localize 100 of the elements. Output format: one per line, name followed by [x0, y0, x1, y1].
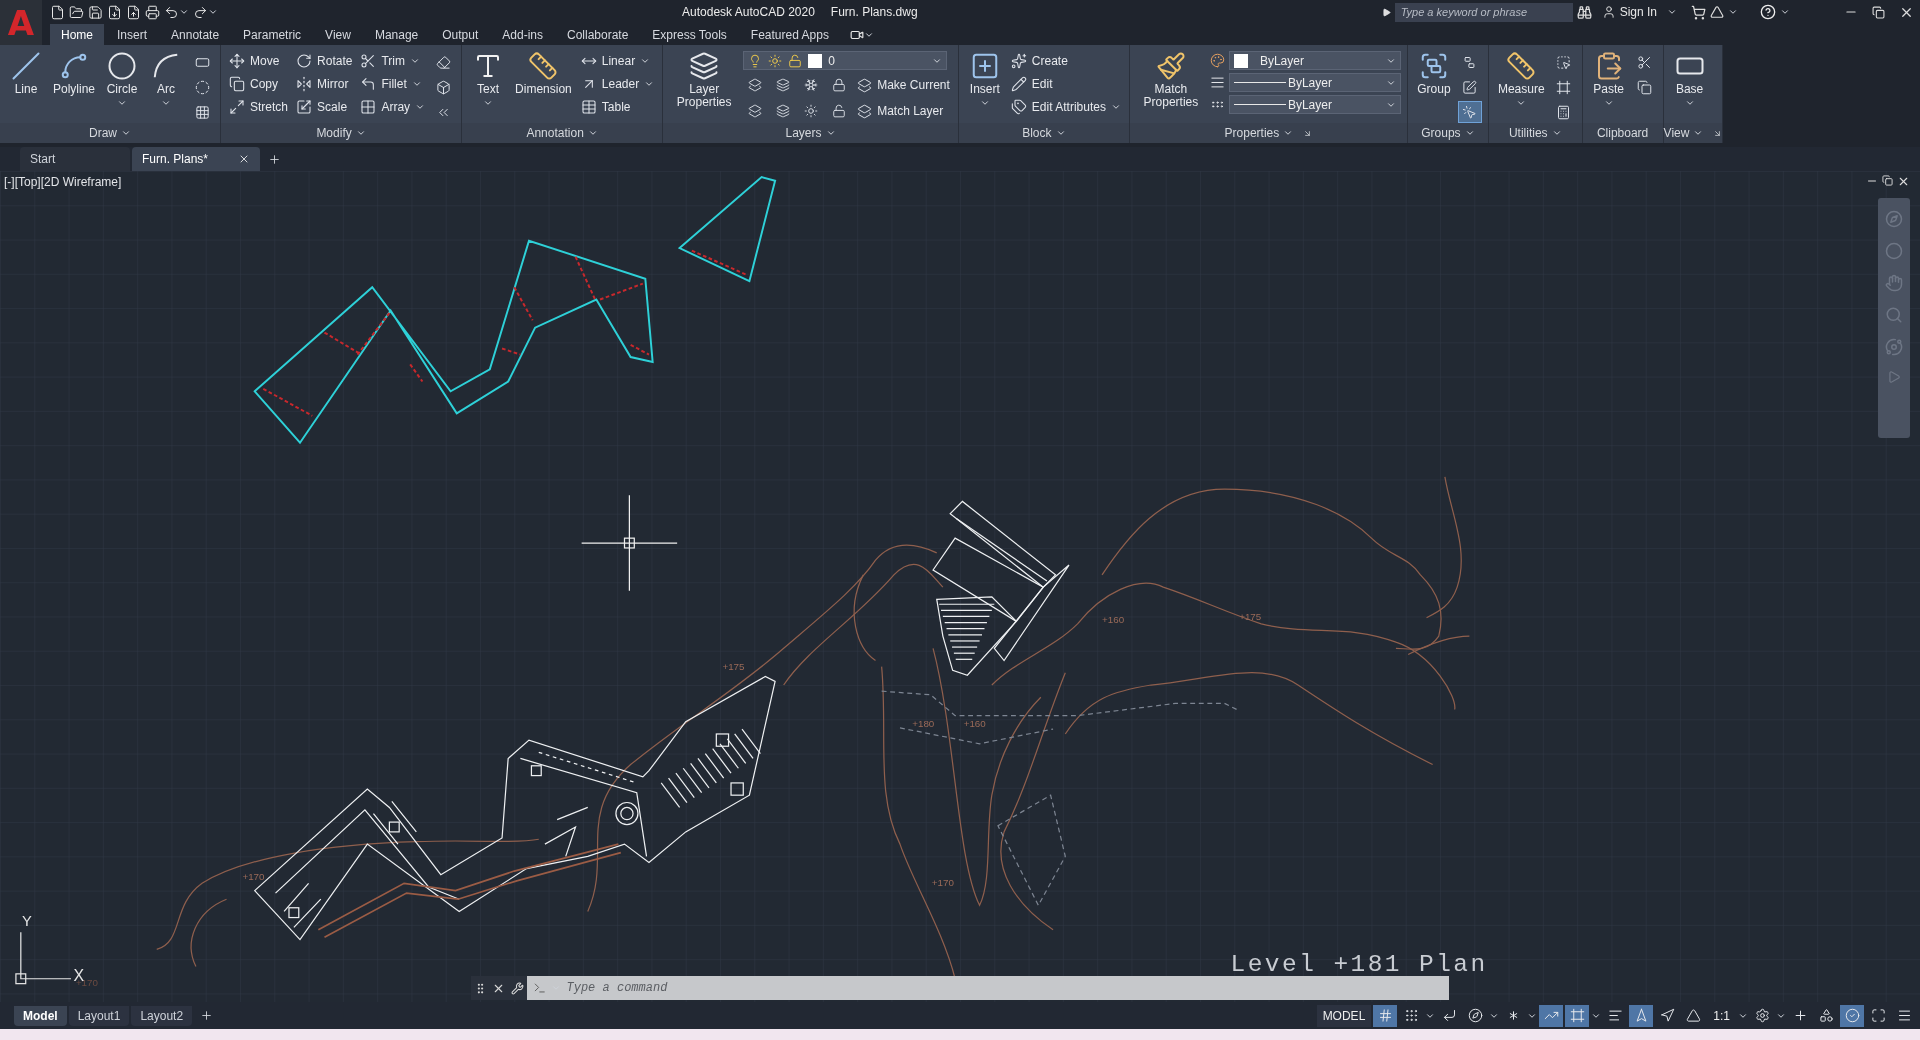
caret-icon [1055, 128, 1066, 138]
expand-icon[interactable] [1381, 7, 1391, 17]
layer-dropdown[interactable]: 0 [743, 51, 948, 70]
panel-title[interactable]: Layers [663, 123, 958, 143]
panel-title[interactable]: Utilities [1488, 123, 1582, 143]
sign-in-button[interactable]: Sign In [1595, 5, 1663, 19]
panel-title[interactable]: View [1663, 123, 1723, 143]
ribbon-tool-button[interactable]: Fillet [358, 74, 428, 94]
ribbon-tool-button[interactable]: Move [227, 51, 291, 71]
ribbon-tab[interactable]: Add-ins [491, 24, 554, 45]
ribbon-tool-button[interactable]: Table [578, 97, 657, 117]
axis-label: Y [22, 913, 32, 930]
status-toggle-button[interactable] [1539, 1004, 1564, 1027]
panel-title[interactable]: Draw [0, 123, 221, 143]
ribbon-tab[interactable]: Collaborate [556, 24, 640, 45]
close-icon[interactable] [1897, 175, 1910, 188]
triangle-icon[interactable] [1710, 5, 1724, 19]
ribbon-tab[interactable]: Annotate [160, 24, 231, 45]
ribbon-tab[interactable]: Output [431, 24, 490, 45]
binoculars-icon[interactable] [1576, 4, 1592, 20]
ribbon-tool-button[interactable]: Arc [146, 49, 187, 110]
ribbon-tool-button[interactable]: Measure [1494, 49, 1548, 110]
undo-icon[interactable] [164, 4, 179, 20]
ribbon-tool-button[interactable]: Mirror [294, 74, 355, 94]
panel-title[interactable]: Groups [1407, 123, 1488, 143]
command-field[interactable]: Type a command [527, 976, 1449, 1000]
ribbon-tool-button[interactable]: Edit Attributes [1008, 97, 1123, 117]
launcher-icon[interactable] [1303, 128, 1313, 138]
ribbon-tool-button[interactable]: Copy [227, 74, 291, 94]
status-toggle-button[interactable] [1840, 1004, 1864, 1027]
table-icon [580, 99, 597, 115]
ribbon-tool-button[interactable]: Base [1669, 49, 1710, 110]
annotation-scale-button[interactable]: 1:1 [1707, 1004, 1736, 1027]
layout-tab[interactable]: Layout2 [131, 1005, 193, 1026]
panel-title[interactable]: Modify [221, 123, 462, 143]
restore-icon[interactable] [1872, 5, 1885, 19]
cart-icon[interactable] [1691, 4, 1706, 20]
ribbon-tool-button[interactable]: Insert [964, 49, 1005, 110]
property-dropdown[interactable]: ByLayer [1228, 73, 1401, 92]
ribbon-tool-button[interactable]: Leader [578, 74, 657, 94]
panel-title[interactable]: Block [958, 123, 1129, 143]
restore-icon[interactable] [1882, 175, 1893, 186]
model-space-button[interactable]: MODEL [1316, 1004, 1372, 1027]
ribbon-tab[interactable]: Home [50, 24, 104, 45]
ribbon-tool-button[interactable]: Edit [1008, 74, 1123, 94]
ribbon-tab[interactable]: Manage [363, 24, 430, 45]
save-as-icon[interactable] [107, 4, 122, 20]
caret-icon [208, 7, 218, 17]
status-toggle-button[interactable] [1565, 1004, 1590, 1027]
help-icon[interactable] [1760, 4, 1776, 20]
property-dropdown[interactable]: ByLayer [1228, 51, 1401, 70]
line-icon [11, 51, 41, 81]
ribbon-tool-button[interactable]: Text [468, 49, 509, 110]
ribbon-tool-button[interactable]: Polyline [50, 49, 99, 98]
panel-title[interactable]: Annotation [462, 123, 663, 143]
printer-icon[interactable] [145, 4, 160, 20]
ribbon-tool-button[interactable]: Group [1413, 49, 1454, 98]
ribbon-tab[interactable]: Express Tools [641, 24, 738, 45]
document-tab[interactable]: Furn. Plans* [132, 147, 261, 171]
ribbon-tool-button[interactable]: Trim [358, 51, 428, 71]
ribbon-tool-button[interactable]: Line [6, 49, 46, 98]
ribbon-tool-button[interactable]: Circle [102, 49, 143, 110]
ribbon-icon-button[interactable] [1457, 101, 1482, 123]
ribbon-tool-button[interactable]: Linear [578, 51, 657, 71]
ribbon-tool-button[interactable]: Rotate [294, 51, 355, 71]
ribbon-tab[interactable]: View [314, 24, 362, 45]
ribbon-tool-button[interactable]: Stretch [227, 97, 291, 117]
ribbon-tool-button[interactable]: Scale [294, 97, 355, 117]
snowflake-icon [804, 78, 819, 92]
ribbon-tool-button[interactable]: Dimension [512, 49, 575, 98]
ribbon-tool-button[interactable]: Paste [1588, 49, 1629, 110]
ribbon-tool-button[interactable]: Make Current [855, 75, 952, 95]
folder-icon[interactable] [69, 4, 84, 20]
redo-icon[interactable] [193, 4, 208, 20]
search-field[interactable]: Type a keyword or phrase [1394, 2, 1573, 22]
ribbon-tool-button[interactable]: Array [358, 97, 428, 117]
layout-tab[interactable]: Model [14, 1005, 67, 1026]
status-toggle-button[interactable] [1629, 1004, 1654, 1027]
ribbon-tab[interactable]: Insert [106, 24, 159, 45]
new-file-icon[interactable] [50, 4, 65, 20]
upload-icon[interactable] [126, 4, 141, 20]
document-tab[interactable]: Start [20, 147, 130, 171]
ungroup-icon [1462, 54, 1478, 70]
ribbon-tool-button[interactable]: Layer Properties [669, 49, 740, 111]
save-icon[interactable] [88, 4, 103, 20]
panel-title[interactable]: Clipboard [1582, 123, 1663, 143]
status-toggle-button[interactable] [1373, 1004, 1398, 1027]
ribbon-tool-button[interactable]: Match Layer [855, 101, 946, 121]
property-dropdown[interactable]: ByLayer [1228, 95, 1401, 114]
layout-tab[interactable]: Layout1 [68, 1005, 130, 1026]
panel-title[interactable]: Properties [1129, 123, 1407, 143]
ribbon-tool-button[interactable]: Create [1008, 51, 1123, 71]
ribbon-tab[interactable]: Parametric [232, 24, 313, 45]
wrench-icon[interactable] [511, 981, 525, 995]
viewport-controls-label[interactable]: [-][Top][2D Wireframe] [2, 175, 124, 189]
ribbon-tool-button[interactable]: Match Properties [1135, 49, 1206, 111]
caret-icon [1667, 7, 1677, 17]
drawing-title: Level +181 Plan [1230, 951, 1488, 979]
ribbon-tab[interactable]: Featured Apps [739, 24, 840, 45]
launcher-icon[interactable] [1713, 128, 1723, 138]
